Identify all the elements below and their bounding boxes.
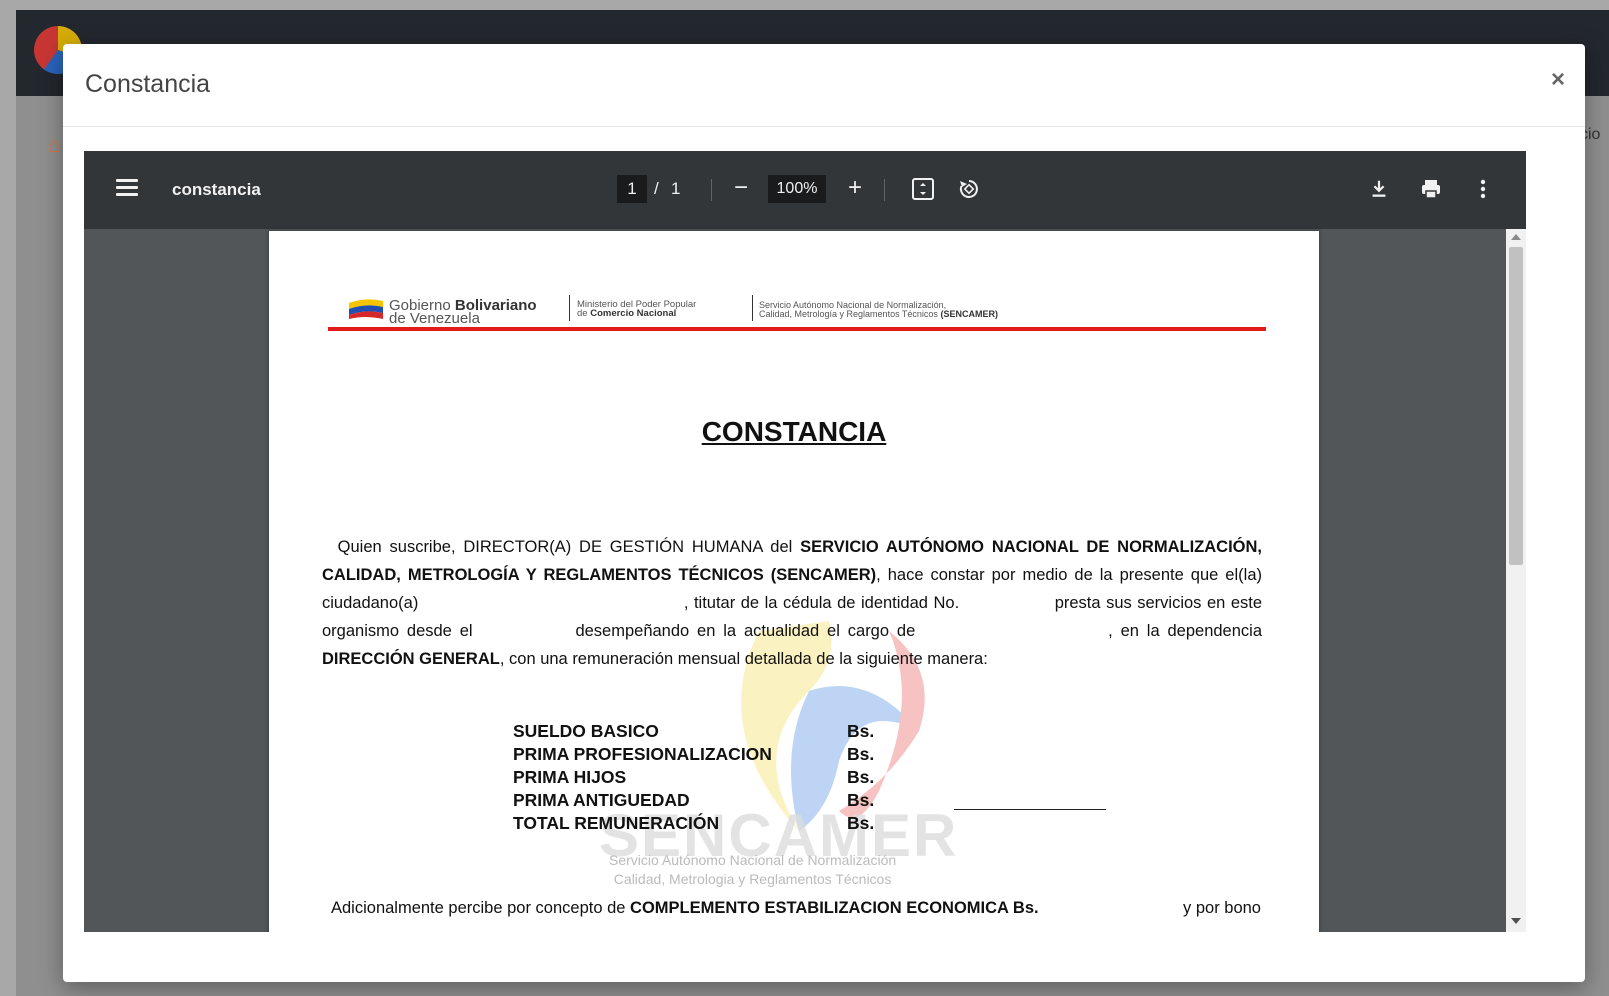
salary-row: PRIMA HIJOS Bs.	[513, 767, 875, 787]
page-number-input[interactable]: 1	[617, 175, 647, 203]
menu-icon[interactable]	[116, 179, 138, 197]
pdf-scroll-area[interactable]: Gobierno Bolivariano de Venezuela Minist…	[84, 229, 1526, 932]
page-separator: /	[654, 179, 659, 198]
modal-header: Constancia ×	[63, 44, 1585, 127]
letterhead-ministry: Ministerio del Poder Popular de Comercio…	[577, 299, 697, 319]
salary-row: PRIMA ANTIGUEDAD Bs.	[513, 790, 875, 810]
letterhead-rule	[328, 327, 1266, 331]
rotate-icon[interactable]	[952, 171, 986, 205]
salary-row: TOTAL REMUNERACIÓN Bs.	[513, 813, 875, 833]
more-options-icon[interactable]	[1466, 171, 1500, 205]
zoom-input[interactable]: 100%	[768, 175, 826, 203]
constancia-modal: Constancia × constancia 1 / 1 − 100% + G…	[63, 44, 1585, 982]
pdf-filename: constancia	[172, 180, 261, 199]
letterhead-separator	[752, 295, 753, 321]
document-body: Quien suscribe, DIRECTOR(A) DE GESTIÓN H…	[322, 538, 1263, 668]
scrollbar[interactable]	[1506, 229, 1526, 932]
download-icon[interactable]	[1362, 171, 1396, 205]
close-icon[interactable]: ×	[1551, 66, 1565, 94]
salary-row: SUELDO BASICO Bs.	[513, 721, 875, 741]
home-icon: ⌂	[48, 132, 62, 157]
pdf-page: Gobierno Bolivariano de Venezuela Minist…	[269, 231, 1319, 932]
scroll-down-icon[interactable]	[1511, 918, 1521, 924]
salary-row: PRIMA PROFESIONALIZACION Bs.	[513, 744, 875, 764]
scroll-up-icon[interactable]	[1511, 234, 1521, 240]
zoom-out-icon[interactable]: −	[724, 171, 758, 205]
page-total: 1	[671, 179, 681, 198]
salary-table: SUELDO BASICO Bs. PRIMA PROFESIONALIZACI…	[513, 721, 875, 836]
modal-title: Constancia	[85, 70, 211, 98]
watermark-subtitle: Servicio Autónomo Nacional de Normalizac…	[609, 852, 897, 887]
total-underline	[954, 809, 1106, 810]
pdf-toolbar: constancia 1 / 1 − 100% +	[84, 151, 1526, 229]
additional-text: Adicionalmente percibe por concepto de C…	[331, 899, 1261, 917]
letterhead-government: Gobierno Bolivariano de Venezuela	[389, 297, 537, 327]
letterhead-sencamer: Servicio Autónomo Nacional de Normalizac…	[759, 300, 998, 319]
scroll-thumb[interactable]	[1509, 247, 1523, 565]
letterhead-separator	[569, 295, 570, 321]
venezuela-flag-icon	[349, 299, 383, 319]
print-icon[interactable]	[1414, 171, 1448, 205]
fit-page-icon[interactable]	[906, 171, 940, 205]
toolbar-divider	[711, 179, 712, 201]
document-title: CONSTANCIA	[701, 416, 887, 447]
letterhead: Gobierno Bolivariano de Venezuela Minist…	[349, 293, 1149, 327]
pdf-viewer: constancia 1 / 1 − 100% + Gobierno Boliv…	[84, 151, 1526, 932]
toolbar-divider	[884, 179, 885, 201]
zoom-in-icon[interactable]: +	[838, 171, 872, 205]
